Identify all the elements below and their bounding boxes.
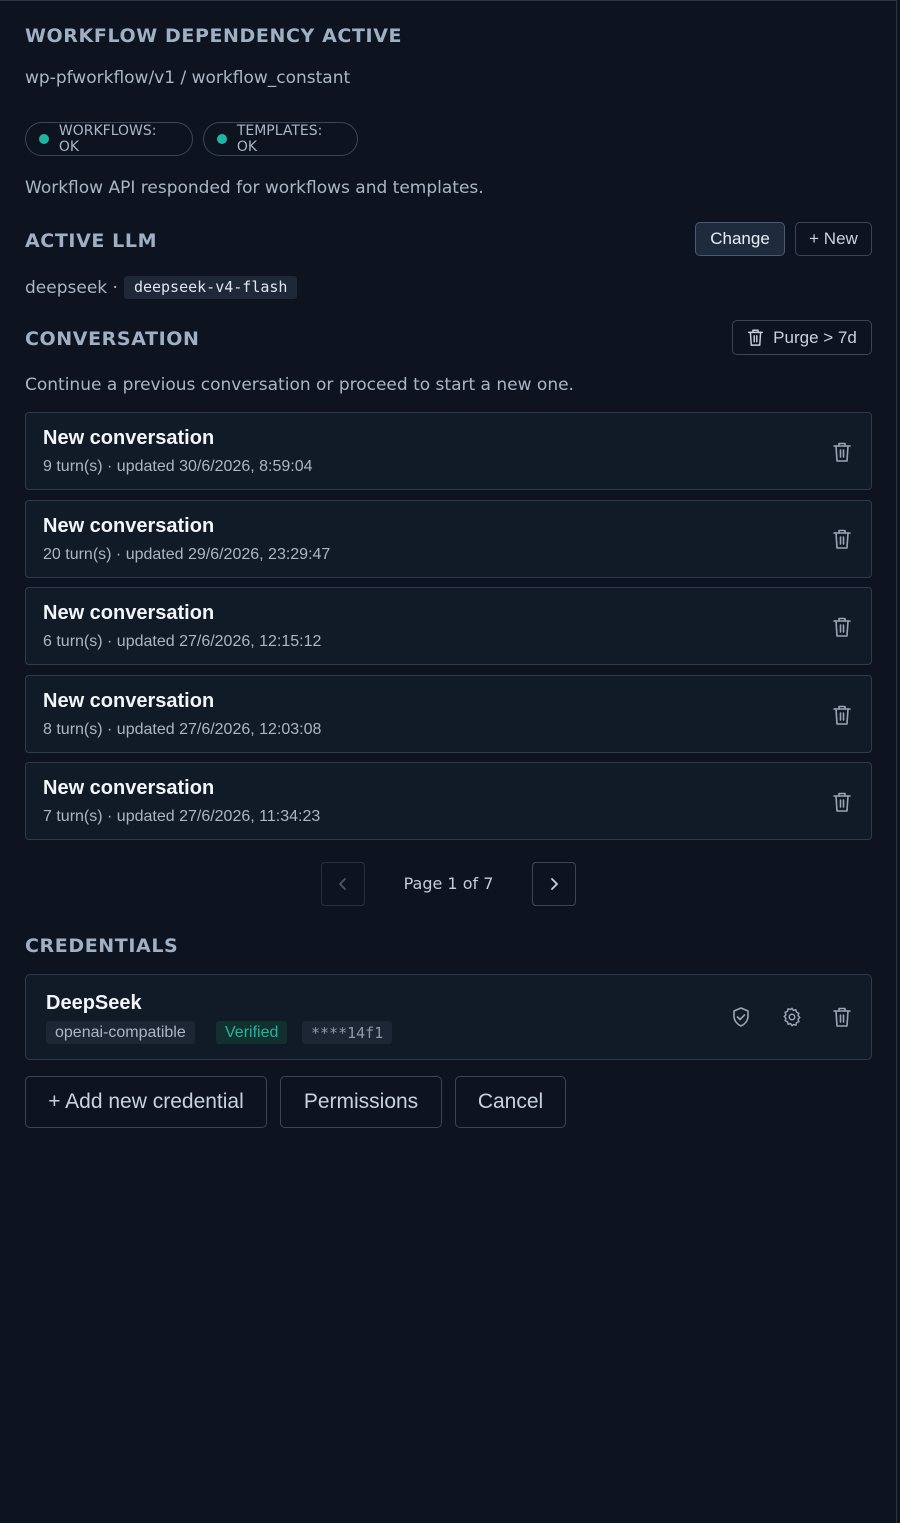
purge-label: Purge > 7d: [773, 327, 857, 347]
conversation-item[interactable]: New conversation 8 turn(s) · updated 27/…: [25, 675, 872, 753]
conversation-section-title: CONVERSATION: [25, 328, 200, 350]
conversation-meta: 7 turn(s) · updated 27/6/2026, 11:34:23: [43, 808, 321, 825]
chevron-right-icon: [551, 878, 558, 890]
status-dot-icon: [39, 134, 49, 144]
shield-check-icon[interactable]: [731, 1006, 751, 1028]
llm-model-code: deepseek-v4-flash: [123, 276, 298, 299]
conversation-title: New conversation: [43, 690, 215, 712]
change-llm-button[interactable]: Change: [695, 222, 785, 256]
trash-icon[interactable]: [832, 441, 852, 463]
workflow-path: wp-pfworkflow/v1 / workflow_constant: [25, 68, 351, 88]
conversation-meta: 8 turn(s) · updated 27/6/2026, 12:03:08: [43, 721, 322, 738]
add-credential-button[interactable]: + Add new credential: [25, 1076, 267, 1128]
conversation-title: New conversation: [43, 427, 215, 449]
conversation-hint: Continue a previous conversation or proc…: [25, 375, 574, 395]
conversation-meta: 6 turn(s) · updated 27/6/2026, 12:15:12: [43, 633, 322, 650]
credential-item: DeepSeek openai-compatible Verified ****…: [25, 974, 872, 1060]
conversation-item[interactable]: New conversation 9 turn(s) · updated 30/…: [25, 412, 872, 490]
credential-key-mask: ****14f1: [302, 1021, 393, 1044]
cancel-button[interactable]: Cancel: [455, 1076, 566, 1128]
conversation-item[interactable]: New conversation 6 turn(s) · updated 27/…: [25, 587, 872, 665]
trash-icon[interactable]: [832, 616, 852, 638]
credentials-section-title: CREDENTIALS: [25, 935, 179, 957]
workflows-status-pill: WORKFLOWS: OK: [25, 122, 193, 156]
new-llm-button[interactable]: + New: [795, 222, 872, 256]
conversation-item[interactable]: New conversation 7 turn(s) · updated 27/…: [25, 762, 872, 840]
trash-icon[interactable]: [832, 791, 852, 813]
trash-icon: [748, 329, 764, 346]
conversation-title: New conversation: [43, 602, 215, 624]
credential-type-tag: openai-compatible: [46, 1021, 195, 1044]
conversation-meta: 9 turn(s) · updated 30/6/2026, 8:59:04: [43, 458, 313, 475]
credential-verified-badge: Verified: [216, 1021, 288, 1044]
chevron-left-icon: [339, 878, 346, 890]
conversation-title: New conversation: [43, 777, 215, 799]
status-dot-icon: [217, 134, 227, 144]
llm-provider: deepseek ·: [25, 277, 118, 298]
gear-icon[interactable]: [781, 1006, 803, 1028]
credential-name: DeepSeek: [46, 992, 142, 1014]
workflow-section-title: WORKFLOW DEPENDENCY ACTIVE: [25, 25, 403, 47]
purge-button[interactable]: Purge > 7d: [732, 320, 872, 355]
trash-icon[interactable]: [832, 528, 852, 550]
active-llm-info: deepseek · deepseek-v4-flash: [25, 276, 298, 299]
workflow-message: Workflow API responded for workflows and…: [25, 178, 484, 198]
prev-page-button[interactable]: [321, 862, 365, 906]
conversation-title: New conversation: [43, 515, 215, 537]
permissions-button[interactable]: Permissions: [280, 1076, 442, 1128]
conversation-meta: 20 turn(s) · updated 29/6/2026, 23:29:47: [43, 546, 331, 563]
workflows-status-label: WORKFLOWS: OK: [58, 123, 157, 155]
next-page-button[interactable]: [532, 862, 576, 906]
conversation-item[interactable]: New conversation 20 turn(s) · updated 29…: [25, 500, 872, 578]
llm-section-title: ACTIVE LLM: [25, 230, 158, 252]
templates-status-pill: TEMPLATES: OK: [203, 122, 358, 156]
trash-icon[interactable]: [832, 704, 852, 726]
templates-status-label: TEMPLATES: OK: [236, 123, 323, 155]
pagination-label: Page 1 of 7: [403, 874, 494, 893]
trash-icon[interactable]: [832, 1006, 852, 1028]
